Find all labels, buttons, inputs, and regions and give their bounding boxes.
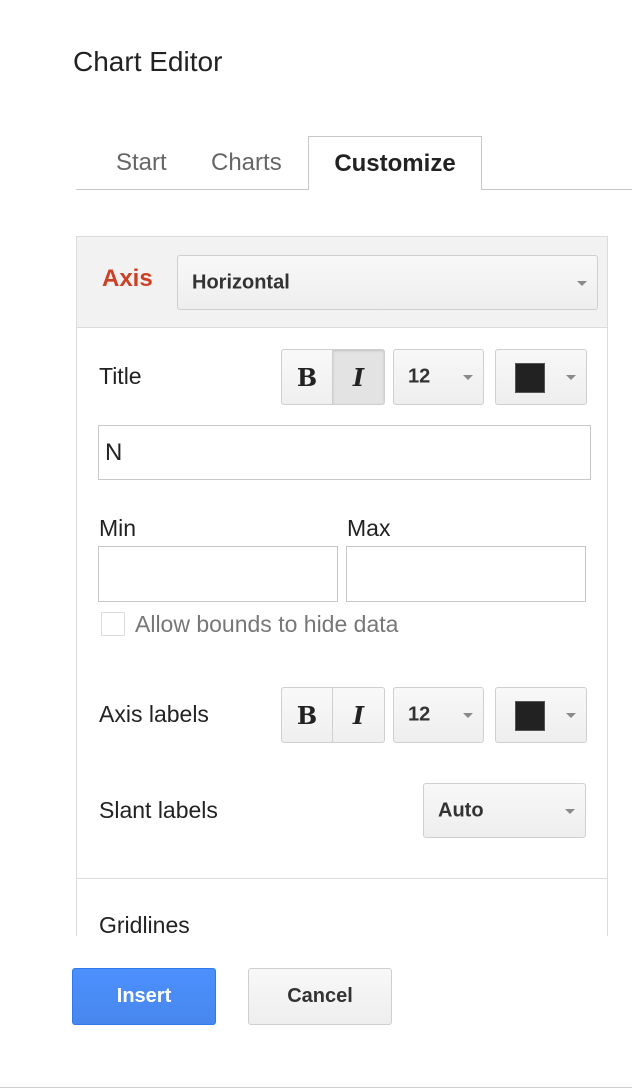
axis-labels-font-size-value: 12: [408, 703, 431, 726]
color-swatch: [515, 701, 545, 731]
max-input[interactable]: [346, 546, 586, 602]
tab-customize[interactable]: Customize: [308, 136, 482, 190]
title-italic-button[interactable]: I: [333, 349, 385, 405]
axis-labels-label: Axis labels: [99, 701, 209, 727]
gridlines-label: Gridlines: [99, 912, 190, 936]
tab-bar: Start Charts Customize: [76, 136, 632, 190]
title-color-select[interactable]: [495, 349, 587, 405]
caret-down-icon: [463, 713, 473, 718]
max-label: Max: [347, 515, 391, 541]
axis-select[interactable]: Horizontal: [177, 255, 598, 310]
section-divider: [77, 878, 607, 879]
color-swatch: [515, 363, 545, 393]
axis-labels-color-select[interactable]: [495, 687, 587, 743]
min-input[interactable]: [98, 546, 338, 602]
allow-bounds-checkbox[interactable]: [101, 612, 125, 636]
tab-charts[interactable]: Charts: [211, 136, 282, 189]
insert-button[interactable]: Insert: [72, 968, 216, 1025]
caret-down-icon: [566, 375, 576, 380]
axis-labels-italic-button[interactable]: I: [333, 687, 385, 743]
axis-label: Axis: [102, 265, 153, 292]
axis-select-value: Horizontal: [192, 271, 290, 293]
axis-header: Axis Horizontal: [77, 237, 607, 328]
title-font-size-select[interactable]: 12: [393, 349, 484, 405]
title-font-size-value: 12: [408, 365, 431, 388]
allow-bounds-label: Allow bounds to hide data: [135, 611, 399, 637]
caret-down-icon: [577, 280, 587, 286]
axis-labels-font-size-select[interactable]: 12: [393, 687, 484, 743]
caret-down-icon: [463, 375, 473, 380]
title-input[interactable]: [98, 425, 591, 480]
customize-panel: Axis Horizontal Title B I 12 Min Max All…: [76, 236, 608, 936]
title-label: Title: [99, 363, 142, 389]
dialog-title: Chart Editor: [73, 46, 223, 77]
slant-labels-value: Auto: [438, 799, 484, 821]
bottom-divider: [0, 1087, 632, 1088]
axis-labels-bold-button[interactable]: B: [281, 687, 333, 743]
caret-down-icon: [565, 808, 575, 814]
slant-labels-select[interactable]: Auto: [423, 783, 586, 838]
slant-labels-label: Slant labels: [99, 797, 218, 823]
min-label: Min: [99, 515, 137, 541]
caret-down-icon: [566, 713, 576, 718]
cancel-button[interactable]: Cancel: [248, 968, 392, 1025]
title-bold-button[interactable]: B: [281, 349, 333, 405]
tab-start[interactable]: Start: [116, 136, 167, 189]
